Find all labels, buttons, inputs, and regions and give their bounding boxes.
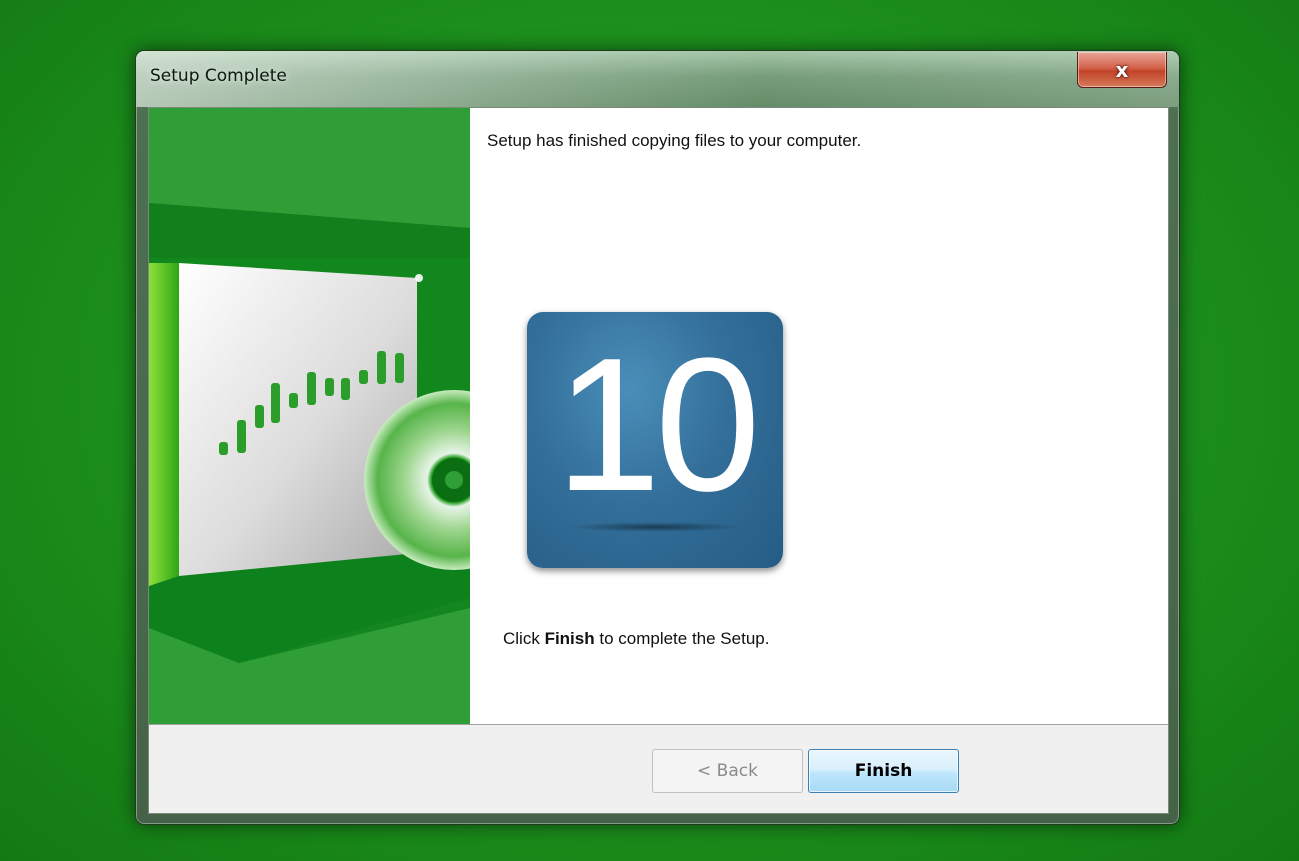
button-area-divider	[149, 724, 1168, 725]
software-box-icon	[149, 203, 470, 663]
finish-button[interactable]: Finish	[808, 749, 959, 793]
side-banner	[149, 108, 470, 724]
completion-message: Setup has finished copying files to your…	[487, 131, 862, 150]
instruction-prefix: Click	[503, 629, 545, 648]
dialog-client-area: Setup has finished copying files to your…	[148, 107, 1169, 814]
product-logo-tile: 10	[527, 312, 783, 568]
setup-window: Setup Complete x Setup has finished copy…	[135, 50, 1180, 825]
instruction-suffix: to complete the Setup.	[594, 629, 770, 648]
close-button[interactable]: x	[1077, 52, 1167, 88]
tile-shadow	[567, 522, 743, 532]
finish-instruction: Click Finish to complete the Setup.	[503, 629, 769, 649]
title-bar[interactable]: Setup Complete x	[136, 51, 1179, 107]
window-title: Setup Complete	[150, 66, 287, 86]
back-button[interactable]: < Back	[652, 749, 803, 793]
product-logo-number: 10	[555, 319, 760, 531]
close-icon: x	[1115, 57, 1129, 82]
instruction-bold: Finish	[544, 629, 595, 648]
content-panel: Setup has finished copying files to your…	[470, 108, 1168, 724]
